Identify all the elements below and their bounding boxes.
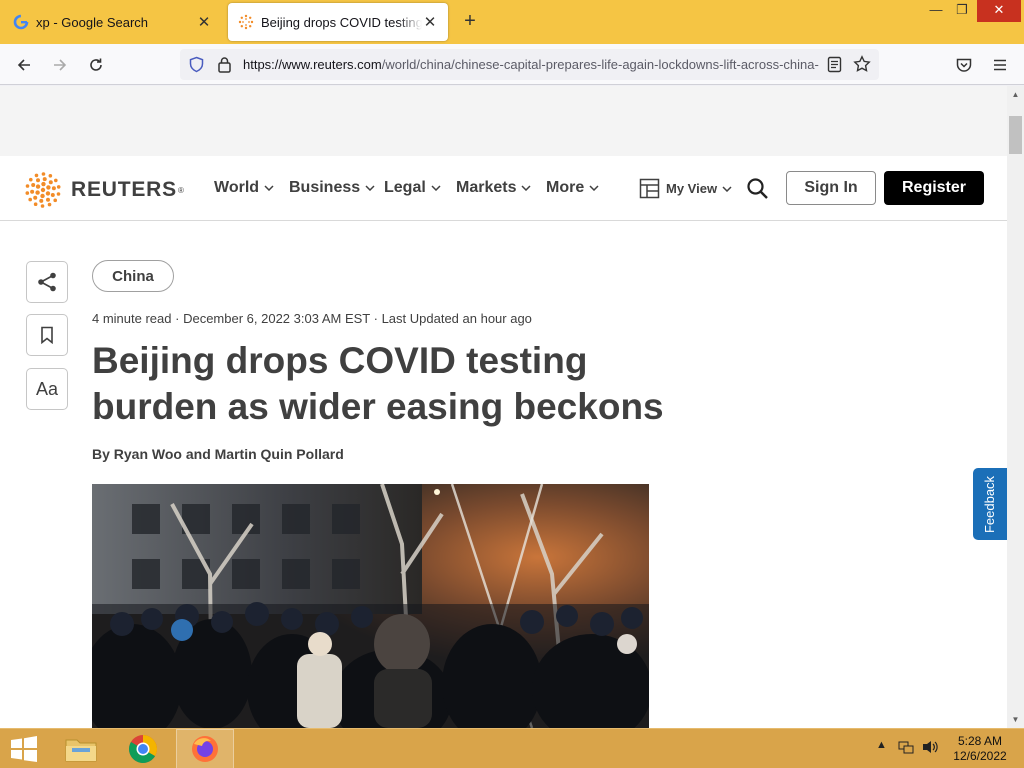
reuters-logo-mark-icon xyxy=(25,172,61,208)
ad-banner-area xyxy=(0,86,1007,156)
show-hidden-icons[interactable]: ▲ xyxy=(876,739,887,751)
nav-label: Markets xyxy=(456,179,517,196)
chevron-down-icon xyxy=(589,185,599,191)
sign-in-button[interactable]: Sign In xyxy=(786,171,876,205)
reader-view-icon[interactable] xyxy=(827,56,842,78)
tab-reuters-article[interactable]: Beijing drops COVID testing burden as wi… xyxy=(228,3,448,41)
reload-icon xyxy=(90,58,102,71)
forward-button[interactable] xyxy=(47,52,73,78)
url-path: /world/china/chinese-capital-prepares-li… xyxy=(381,57,819,72)
windows-taskbar: ▲ 5:28 AM 12/6/2022 xyxy=(0,728,1024,768)
clock-date: 12/6/2022 xyxy=(953,749,1007,763)
tracking-protection-shield-icon[interactable] xyxy=(188,56,205,78)
chevron-down-icon xyxy=(365,185,375,191)
share-button[interactable] xyxy=(26,261,68,303)
tab-strip: xp - Google Search ✕ Beijing drops COVID… xyxy=(0,0,1024,44)
back-button[interactable] xyxy=(11,52,37,78)
site-header: REUTERS ® World Business Legal Markets Mo… xyxy=(0,156,1007,221)
publish-date: December 6, 2022 3:03 AM EST xyxy=(183,311,370,326)
last-updated: Last Updated an hour ago xyxy=(381,311,532,326)
volume-icon[interactable] xyxy=(921,739,939,758)
nav-markets[interactable]: Markets xyxy=(456,179,532,197)
nav-legal[interactable]: Legal xyxy=(384,179,441,197)
article-photo[interactable] xyxy=(92,484,649,728)
start-button[interactable] xyxy=(10,736,38,762)
nav-business[interactable]: Business xyxy=(289,179,375,197)
taskbar-file-explorer[interactable] xyxy=(52,729,110,768)
scroll-down-arrow-icon[interactable]: ▼ xyxy=(1007,711,1024,728)
pocket-button[interactable] xyxy=(951,52,977,78)
tab-google-search[interactable]: xp - Google Search ✕ xyxy=(3,3,222,41)
chevron-down-icon xyxy=(722,185,732,192)
registered-mark: ® xyxy=(177,185,184,195)
section-tag[interactable]: China xyxy=(92,260,174,292)
url-text: https://www.reuters.com/world/china/chin… xyxy=(243,57,819,72)
chevron-down-icon xyxy=(521,185,532,191)
chrome-icon xyxy=(129,735,157,763)
reload-button[interactable] xyxy=(83,52,109,78)
system-clock[interactable]: 5:28 AM 12/6/2022 xyxy=(940,734,1020,764)
bookmark-icon xyxy=(41,326,53,344)
tab-title: xp - Google Search xyxy=(36,14,149,30)
byline: By Ryan Woo and Martin Quin Pollard xyxy=(92,446,344,462)
url-host: https://www.reuters.com xyxy=(243,57,382,72)
taskbar-chrome[interactable] xyxy=(114,729,172,768)
share-icon xyxy=(38,272,56,292)
logo-wordmark: REUTERS xyxy=(71,178,177,201)
scroll-up-arrow-icon[interactable]: ▲ xyxy=(1007,86,1024,103)
taskbar-firefox[interactable] xyxy=(176,729,234,768)
meta-separator: · xyxy=(175,311,184,326)
back-arrow-icon xyxy=(17,59,30,71)
new-tab-button[interactable]: + xyxy=(458,10,482,34)
feedback-label: Feedback xyxy=(982,475,998,533)
address-bar[interactable]: https://www.reuters.com/world/china/chin… xyxy=(180,49,879,80)
vertical-scrollbar[interactable]: ▲ ▼ xyxy=(1007,86,1024,728)
forward-arrow-icon xyxy=(54,59,67,71)
reuters-icon xyxy=(238,14,254,30)
nav-label: World xyxy=(214,179,260,196)
network-icon[interactable] xyxy=(898,739,914,758)
chevron-down-icon xyxy=(431,185,441,191)
pocket-icon xyxy=(956,58,972,72)
close-window-button[interactable]: ✕ xyxy=(977,0,1021,22)
chevron-down-icon xyxy=(264,185,274,191)
search-button[interactable] xyxy=(746,177,769,205)
close-tab-icon[interactable]: ✕ xyxy=(422,14,438,31)
my-view-menu[interactable]: My View xyxy=(639,178,732,199)
firefox-icon xyxy=(192,736,218,762)
search-icon xyxy=(747,178,768,199)
article-headline: Beijing drops COVID testing burden as wi… xyxy=(92,340,664,427)
google-icon xyxy=(13,14,29,30)
windows-logo-icon xyxy=(11,736,37,762)
nav-more[interactable]: More xyxy=(546,179,599,197)
article-meta: 4 minute read · December 6, 2022 3:03 AM… xyxy=(92,311,532,326)
feedback-tab[interactable]: Feedback xyxy=(973,468,1007,540)
restore-button[interactable]: ❐ xyxy=(947,0,977,22)
bookmark-star-icon[interactable] xyxy=(853,55,871,78)
clock-time: 5:28 AM xyxy=(957,734,1003,748)
page-viewport: REUTERS ® World Business Legal Markets Mo… xyxy=(0,86,1007,728)
text-size-button[interactable]: Aa xyxy=(26,368,68,410)
navigation-toolbar: https://www.reuters.com/world/china/chin… xyxy=(0,44,1024,85)
close-tab-icon[interactable]: ✕ xyxy=(196,14,212,31)
tab-title: Beijing drops COVID testing burden as wi… xyxy=(261,14,422,30)
register-button[interactable]: Register xyxy=(884,171,984,205)
lock-icon[interactable] xyxy=(217,56,232,78)
nav-label: Business xyxy=(289,179,361,196)
reuters-logo[interactable]: REUTERS ® xyxy=(23,170,184,210)
my-view-label: My View xyxy=(666,181,718,196)
layout-grid-icon xyxy=(639,178,660,199)
nav-label: More xyxy=(546,179,585,196)
meta-separator: · xyxy=(373,311,382,326)
save-article-button[interactable] xyxy=(26,314,68,356)
read-time: 4 minute read xyxy=(92,311,172,326)
nav-label: Legal xyxy=(384,179,426,196)
scrollbar-thumb[interactable] xyxy=(1009,116,1022,154)
folder-icon xyxy=(65,739,97,762)
nav-world[interactable]: World xyxy=(214,179,274,197)
app-menu-button[interactable] xyxy=(987,52,1013,78)
hamburger-menu-icon xyxy=(994,59,1006,71)
